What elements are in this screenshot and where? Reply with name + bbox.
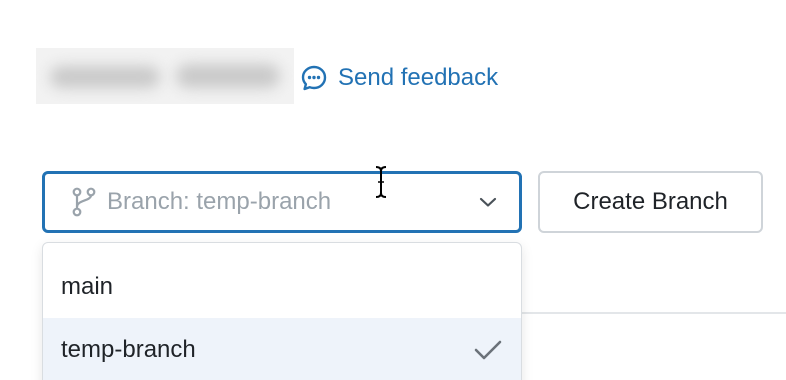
redacted-user-name: [36, 48, 294, 104]
branch-option-label: temp-branch: [61, 336, 196, 363]
text-cursor-icon: [373, 165, 389, 199]
branch-option-temp-branch[interactable]: temp-branch: [43, 318, 521, 380]
send-feedback-label: Send feedback: [338, 64, 499, 91]
divider: [522, 312, 786, 314]
check-icon: [473, 338, 503, 362]
chat-bubble-icon: [300, 64, 328, 92]
branch-select[interactable]: Branch: temp-branch: [42, 171, 522, 233]
branch-select-placeholder: Branch: temp-branch: [107, 188, 332, 215]
branch-option-main[interactable]: main: [43, 255, 521, 319]
branch-dropdown-menu: main temp-branch: [42, 242, 522, 380]
git-branch-icon: [71, 186, 97, 218]
send-feedback-link[interactable]: Send feedback: [300, 60, 498, 96]
chevron-down-icon[interactable]: [477, 191, 499, 213]
create-branch-button[interactable]: Create Branch: [538, 171, 763, 233]
branch-option-label: main: [61, 273, 114, 300]
